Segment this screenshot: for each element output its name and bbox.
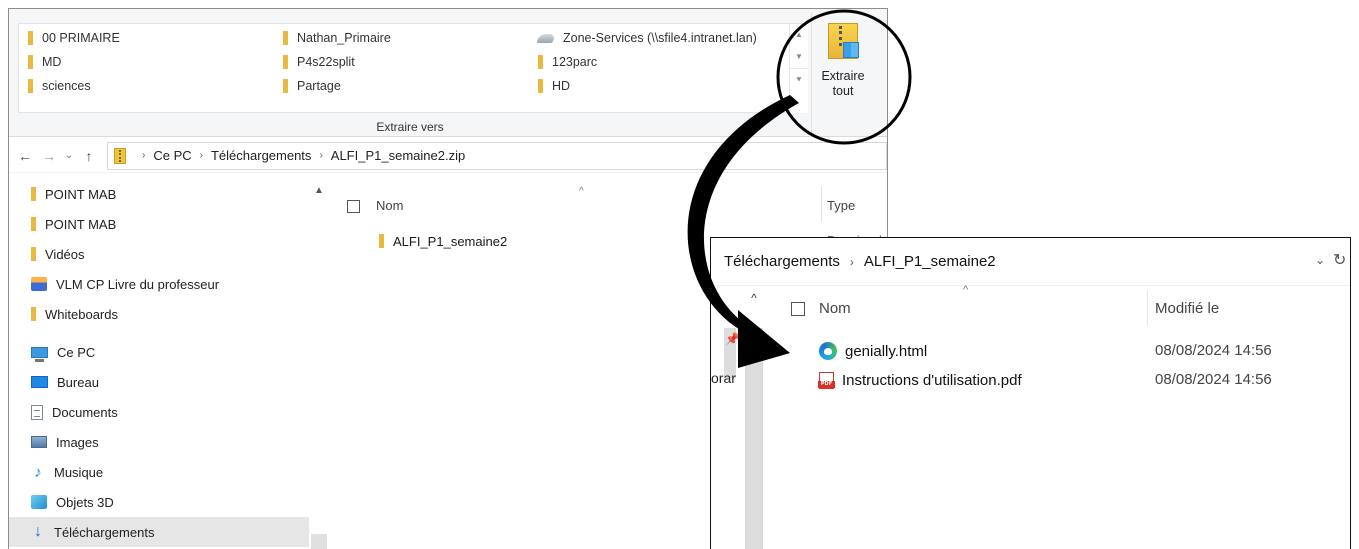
gallery-scroll-up-icon[interactable]: ▲ (790, 24, 808, 46)
column-header-name[interactable]: Nom (376, 198, 403, 213)
breadcrumb-telechargements[interactable]: Téléchargements (724, 253, 840, 270)
breadcrumb-alfi-folder[interactable]: ALFI_P1_semaine2 (864, 253, 996, 270)
ribbon: 00 PRIMAIRE MD sciences Nathan_Primaire … (9, 9, 887, 137)
destination-item[interactable]: Zone-Services (\\sfile4.intranet.lan) (536, 26, 757, 50)
folder-icon (283, 55, 288, 69)
images-icon (31, 436, 47, 448)
nav-item-telechargements[interactable]: ↓ Téléchargements (9, 517, 309, 547)
refresh-icon[interactable]: ↻ (1333, 250, 1346, 270)
recent-locations-chevron-icon[interactable]: ⌄ (61, 150, 77, 161)
destination-item[interactable]: Nathan_Primaire (283, 26, 391, 50)
folder-icon (31, 187, 36, 201)
nav-item-documents[interactable]: Documents (9, 397, 309, 427)
gallery-expand-icon[interactable]: ⯆ (790, 68, 808, 90)
folder-icon (28, 79, 33, 93)
sort-ascending-icon: ^ (579, 186, 584, 197)
column-divider[interactable] (1147, 290, 1148, 326)
nav-item-vlm-cp[interactable]: VLM CP Livre du professeur (9, 269, 309, 299)
folder-icon (283, 31, 288, 45)
forward-arrow-icon[interactable]: → (37, 148, 61, 164)
list-item[interactable]: genially.html (819, 338, 927, 364)
downloads-icon: ↓ (34, 523, 42, 540)
sort-ascending-icon: ^ (963, 284, 969, 296)
edge-icon (819, 342, 837, 360)
list-item[interactable]: Instructions d'utilisation.pdf (818, 367, 1022, 393)
select-all-checkbox[interactable] (347, 200, 360, 213)
nav-scrollbar[interactable]: ▲ (309, 179, 329, 549)
scroll-up-icon[interactable]: ^ (745, 286, 763, 328)
destination-item[interactable]: 00 PRIMAIRE (28, 26, 120, 50)
address-bar[interactable]: Téléchargements › ALFI_P1_semaine2 (711, 238, 1350, 286)
navigation-pane: POINT MAB POINT MAB Vidéos VLM CP Livre … (9, 179, 309, 549)
music-icon: ♪ (34, 463, 42, 481)
destination-item[interactable]: 123parc (538, 50, 597, 74)
folder-icon (283, 79, 288, 93)
modified-date: 08/08/2024 14:56 (1155, 371, 1272, 388)
explorer-window-extracted: Téléchargements › ALFI_P1_semaine2 ⌄ ↻ ^… (710, 237, 1351, 549)
nav-scrollbar[interactable]: ^ (745, 286, 763, 549)
folder-icon (28, 55, 33, 69)
3d-objects-icon (31, 495, 47, 509)
nav-item-objets-3d[interactable]: Objets 3D (9, 487, 309, 517)
destination-item[interactable]: P4s22split (283, 50, 355, 74)
shortcut-icon (31, 277, 47, 291)
list-item[interactable]: ALFI_P1_semaine2 (379, 229, 507, 253)
ribbon-group-label: Extraire vers (376, 120, 444, 134)
breadcrumb-zip[interactable]: ALFI_P1_semaine2.zip (331, 148, 465, 163)
modified-date: 08/08/2024 14:56 (1155, 342, 1272, 359)
folder-icon (31, 247, 36, 261)
nav-item-bureau[interactable]: Bureau (9, 367, 309, 397)
folder-icon (31, 307, 36, 321)
nav-item-images[interactable]: Images (9, 427, 309, 457)
address-bar[interactable]: › Ce PC › Téléchargements › ALFI_P1_sema… (107, 141, 887, 170)
destination-item[interactable]: Partage (283, 74, 341, 98)
column-header-name[interactable]: Nom (819, 300, 851, 317)
folder-icon (31, 217, 36, 231)
back-arrow-icon[interactable]: ← (13, 148, 37, 164)
pdf-icon (818, 371, 835, 389)
address-row: ← → ⌄ ↑ › Ce PC › Téléchargements › ALFI… (9, 139, 887, 173)
folder-icon (379, 234, 384, 248)
destination-item[interactable]: sciences (28, 74, 91, 98)
nav-item-point-mab-2[interactable]: POINT MAB (9, 209, 309, 239)
folder-icon (538, 55, 543, 69)
nav-item-point-mab[interactable]: POINT MAB (9, 179, 309, 209)
pin-icon: 📌 (725, 332, 740, 346)
column-header-type[interactable]: Type (827, 198, 855, 213)
destination-item[interactable]: HD (538, 74, 570, 98)
breadcrumb-separator-icon[interactable]: › (319, 150, 322, 161)
nav-item-label[interactable]: orar (711, 370, 736, 386)
pc-icon (31, 346, 48, 362)
select-all-checkbox[interactable] (791, 302, 805, 316)
column-divider[interactable] (821, 187, 822, 221)
nav-item-videos[interactable]: Vidéos (9, 239, 309, 269)
column-header-modified[interactable]: Modifié le (1155, 300, 1219, 317)
nav-item-musique[interactable]: ♪ Musique (9, 457, 309, 487)
zip-extract-icon (828, 23, 859, 59)
scroll-up-icon[interactable]: ▲ (309, 185, 329, 196)
network-drive-icon (536, 33, 556, 43)
desktop-icon (31, 376, 48, 388)
folder-icon (538, 79, 543, 93)
breadcrumb-ce-pc[interactable]: Ce PC (153, 148, 191, 163)
destination-item[interactable]: MD (28, 50, 61, 74)
ribbon-separator (811, 13, 812, 133)
nav-item-ce-pc[interactable]: Ce PC (9, 337, 309, 367)
breadcrumb-telechargements[interactable]: Téléchargements (211, 148, 311, 163)
scroll-thumb[interactable] (311, 534, 327, 549)
breadcrumb-separator-icon[interactable]: › (142, 150, 145, 161)
breadcrumb-separator-icon[interactable]: › (200, 150, 203, 161)
documents-icon (31, 404, 43, 420)
address-dropdown-icon[interactable]: ⌄ (1315, 253, 1325, 267)
breadcrumb-separator-icon[interactable]: › (850, 255, 854, 269)
zip-folder-icon (114, 147, 126, 164)
folder-icon (28, 31, 33, 45)
gallery-scroll-down-icon[interactable]: ▼ (790, 46, 808, 68)
up-arrow-icon[interactable]: ↑ (77, 148, 101, 164)
nav-item-whiteboards[interactable]: Whiteboards (9, 299, 309, 329)
extract-all-button[interactable]: Extraire tout (815, 19, 871, 115)
extract-destination-gallery: 00 PRIMAIRE MD sciences Nathan_Primaire … (18, 23, 808, 113)
gallery-scrollbar[interactable]: ▲ ▼ ⯆ (789, 24, 808, 113)
